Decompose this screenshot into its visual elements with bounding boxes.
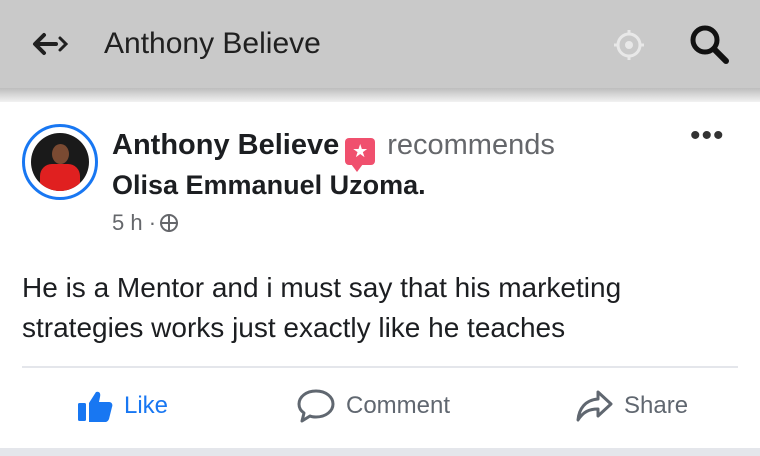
back-arrow-icon <box>33 33 69 55</box>
comment-icon <box>297 389 335 423</box>
share-button[interactable]: Share <box>574 374 688 438</box>
comment-label: Comment <box>346 392 451 419</box>
back-button[interactable] <box>30 24 74 64</box>
location-button[interactable] <box>606 24 652 66</box>
post-meta: 5 h · <box>112 208 179 238</box>
bottom-separator <box>0 448 760 456</box>
post-header-line: Anthony Believe ★ recommends <box>112 128 555 172</box>
topbar-shadow <box>0 88 760 102</box>
search-button[interactable] <box>684 20 734 68</box>
share-icon <box>576 390 613 422</box>
globe-icon <box>160 214 179 232</box>
page-title: Anthony Believe <box>104 27 321 60</box>
post-body: He is a Mentor and i must say that his m… <box>22 272 622 343</box>
recommended-page-name[interactable]: Olisa Emmanuel Uzoma. <box>112 168 426 202</box>
action-bar: Like Comment Share <box>0 374 760 438</box>
like-button[interactable]: Like <box>76 374 168 438</box>
location-icon <box>614 30 644 60</box>
avatar[interactable] <box>22 124 98 200</box>
post-card: Anthony Believe ★ recommends Olisa Emmanue… <box>0 102 760 456</box>
author-name[interactable]: Anthony Believe <box>112 129 339 161</box>
avatar-image <box>31 133 89 191</box>
like-label: Like <box>124 392 169 419</box>
more-options-button[interactable]: ••• <box>690 121 725 151</box>
thumbs-up-icon <box>78 391 113 422</box>
comment-button[interactable]: Comment <box>296 374 450 438</box>
top-app-bar: Anthony Believe <box>0 0 760 88</box>
search-icon <box>690 25 729 64</box>
divider <box>22 366 738 368</box>
share-label: Share <box>624 392 689 419</box>
recommends-label: recommends <box>387 129 555 161</box>
post-time[interactable]: 5 h · <box>112 210 156 235</box>
recommend-icon: ★ <box>345 138 376 172</box>
